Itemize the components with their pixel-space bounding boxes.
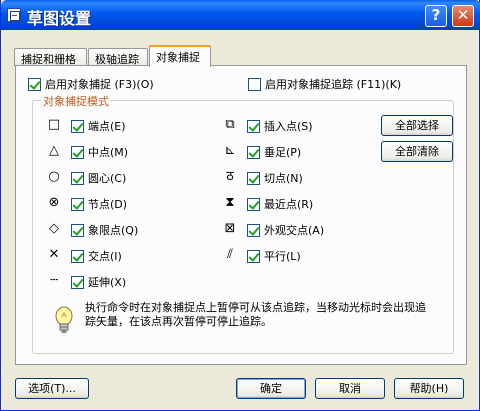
nearest-label: 最近点(R) bbox=[264, 198, 314, 211]
insertion-label: 插入点(S) bbox=[264, 120, 313, 133]
node-label: 节点(D) bbox=[88, 198, 128, 211]
insertion-checkbox[interactable] bbox=[247, 119, 260, 133]
tangent-checkbox[interactable] bbox=[247, 171, 260, 185]
tangent-label: 切点(N) bbox=[264, 172, 303, 185]
apparent-intersection-checkbox[interactable] bbox=[247, 223, 260, 237]
apparent-intersection-icon: ⊠ bbox=[224, 221, 236, 236]
drafting-settings-dialog: 草图设置 ? ✕ 捕捉和栅格 极轴追踪 对象捕捉 启用对象捕捉 (F3)(O) … bbox=[0, 0, 480, 411]
object-snap-panel: 启用对象捕捉 (F3)(O) 启用对象捕捉追踪 (F11)(K) 对象捕捉模式 … bbox=[15, 65, 467, 365]
window-title: 草图设置 bbox=[27, 9, 92, 28]
quadrant-icon: ◇ bbox=[49, 221, 59, 236]
intersection-icon: ✕ bbox=[48, 247, 60, 262]
midpoint-checkbox[interactable] bbox=[71, 145, 84, 159]
intersection-label: 交点(I) bbox=[88, 250, 122, 263]
midpoint-icon: △ bbox=[49, 143, 59, 158]
tab-object-snap[interactable]: 对象捕捉 bbox=[149, 45, 211, 67]
extension-label: 延伸(X) bbox=[88, 276, 127, 289]
clear-all-button[interactable]: 全部清除 bbox=[381, 141, 453, 162]
quadrant-checkbox[interactable] bbox=[71, 223, 84, 237]
perpendicular-icon: ⊾ bbox=[224, 143, 236, 158]
endpoint-label: 端点(E) bbox=[88, 120, 126, 133]
enable-osnap-checkbox[interactable] bbox=[28, 77, 41, 91]
help-button[interactable]: 帮助(H) bbox=[394, 378, 464, 399]
select-all-button[interactable]: 全部选择 bbox=[381, 115, 453, 136]
tangent-icon: ठ bbox=[226, 169, 234, 184]
tab-snap-grid[interactable]: 捕捉和栅格 bbox=[14, 48, 87, 66]
center-label: 圆心(C) bbox=[88, 172, 127, 185]
nearest-icon: ⧗ bbox=[225, 195, 235, 210]
extension-checkbox[interactable] bbox=[71, 275, 84, 289]
node-checkbox[interactable] bbox=[71, 197, 84, 211]
center-checkbox[interactable] bbox=[71, 171, 84, 185]
snap-modes-group: 对象捕捉模式 □ 端点(E) △ 中点(M) ○ 圆心(C) ⊗ 节点(D) ◇… bbox=[32, 93, 454, 354]
node-icon: ⊗ bbox=[48, 195, 60, 210]
close-button[interactable]: ✕ bbox=[452, 5, 474, 27]
apparent-intersection-label: 外观交点(A) bbox=[264, 224, 325, 237]
ok-button[interactable]: 确定 bbox=[236, 378, 306, 399]
enable-tracking-checkbox[interactable] bbox=[248, 77, 261, 91]
parallel-label: 平行(L) bbox=[264, 250, 301, 263]
quadrant-label: 象限点(Q) bbox=[88, 224, 139, 237]
title-bar[interactable]: 草图设置 ? ✕ bbox=[1, 0, 480, 30]
nearest-checkbox[interactable] bbox=[247, 197, 260, 211]
enable-tracking-label: 启用对象捕捉追踪 (F11)(K) bbox=[265, 78, 402, 91]
endpoint-checkbox[interactable] bbox=[71, 119, 84, 133]
tracking-note: 执行命令时在对象捕捉点上暂停可从该点追踪，当移动光标时会出现追踪矢量，在该点再次… bbox=[85, 301, 426, 328]
insertion-icon: ⧉ bbox=[225, 117, 235, 132]
perpendicular-checkbox[interactable] bbox=[247, 145, 260, 159]
midpoint-label: 中点(M) bbox=[88, 146, 129, 159]
endpoint-icon: □ bbox=[47, 117, 61, 132]
enable-osnap-label: 启用对象捕捉 (F3)(O) bbox=[45, 78, 154, 91]
tab-polar-tracking[interactable]: 极轴追踪 bbox=[88, 48, 148, 66]
app-icon bbox=[7, 8, 21, 22]
help-title-button[interactable]: ? bbox=[425, 5, 447, 27]
parallel-checkbox[interactable] bbox=[247, 249, 260, 263]
parallel-icon: ⫽ bbox=[227, 247, 233, 262]
cancel-button[interactable]: 取消 bbox=[315, 378, 385, 399]
enable-osnap-row[interactable]: 启用对象捕捉 (F3)(O) bbox=[28, 76, 154, 92]
options-button[interactable]: 选项(T)... bbox=[15, 378, 89, 399]
extension-icon: ┄ bbox=[50, 273, 58, 288]
center-icon: ○ bbox=[48, 169, 60, 184]
group-label: 对象捕捉模式 bbox=[41, 93, 111, 109]
enable-tracking-row[interactable]: 启用对象捕捉追踪 (F11)(K) bbox=[248, 76, 401, 92]
lightbulb-icon bbox=[55, 306, 73, 333]
perpendicular-label: 垂足(P) bbox=[264, 146, 302, 159]
intersection-checkbox[interactable] bbox=[71, 249, 84, 263]
